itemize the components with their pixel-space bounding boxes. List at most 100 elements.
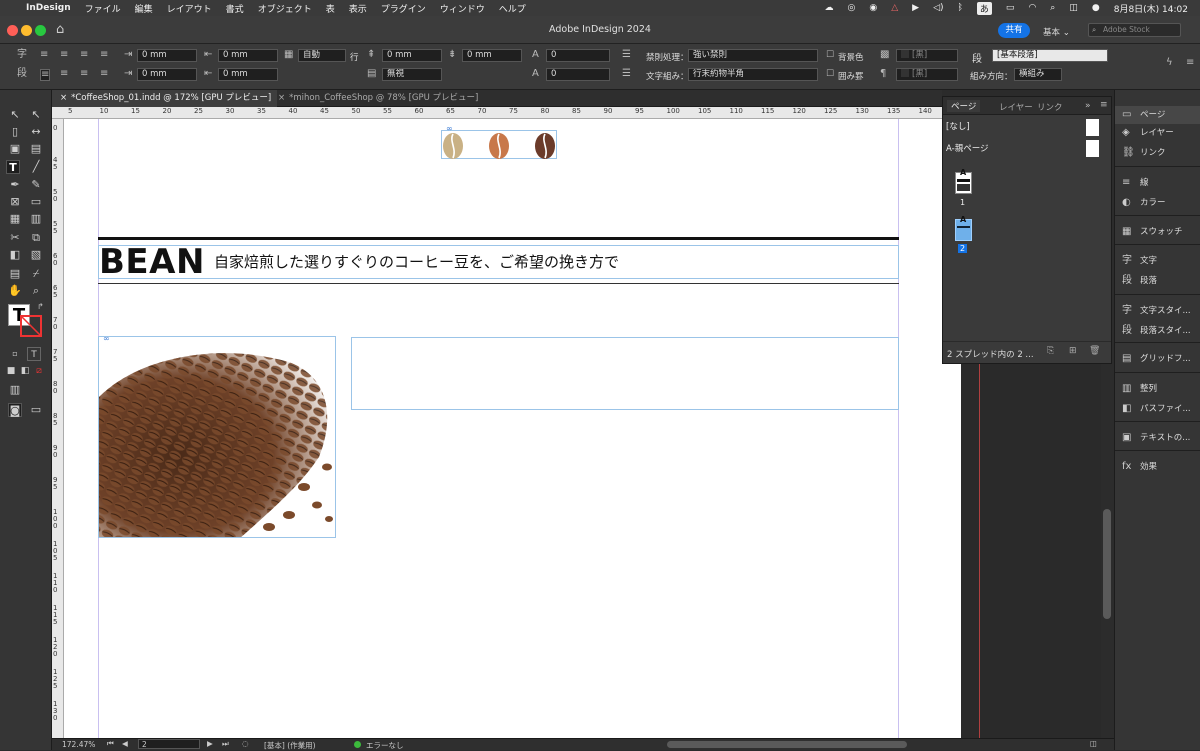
border-swatch-select[interactable]: [黒]: [896, 68, 958, 81]
dropcap-lines-field[interactable]: 0: [546, 49, 610, 62]
close-icon[interactable]: ×: [60, 93, 67, 103]
siri-icon[interactable]: ●: [1092, 3, 1100, 13]
menu-edit[interactable]: 編集: [135, 2, 153, 15]
open-page-icon[interactable]: ◌: [242, 739, 249, 748]
free-transform-tool-icon[interactable]: ⧉: [29, 231, 43, 245]
left-indent-field[interactable]: 0 mm: [137, 49, 197, 62]
ime-indicator[interactable]: あ: [976, 1, 992, 15]
align-center-icon[interactable]: ≡: [60, 50, 68, 60]
right-indent-field[interactable]: 0 mm: [218, 49, 278, 62]
format-text-icon[interactable]: T: [27, 347, 41, 361]
direction-select[interactable]: 横組み: [1014, 68, 1062, 81]
close-icon[interactable]: ×: [278, 93, 285, 103]
apply-color-icon[interactable]: ■: [4, 364, 18, 378]
dock-char-style[interactable]: 字文字スタイ...: [1115, 302, 1200, 320]
menu-window[interactable]: ウィンドウ: [440, 2, 485, 15]
none-master-label[interactable]: [なし]: [946, 120, 970, 132]
menu-view[interactable]: 表示: [349, 2, 367, 15]
workspace-switcher[interactable]: 基本 ⌄: [1043, 26, 1070, 38]
dock-swatch[interactable]: ▦ スウォッチ: [1115, 223, 1200, 241]
direct-selection-tool-icon[interactable]: ↖: [29, 108, 43, 122]
play-icon[interactable]: ▶: [912, 3, 919, 13]
tab-layers[interactable]: レイヤー: [999, 101, 1033, 113]
parent-page-label[interactable]: A-親ページ: [946, 142, 989, 154]
last-page-icon[interactable]: ⏭: [222, 739, 229, 749]
bluetooth-icon[interactable]: ᛒ: [958, 3, 963, 13]
para-mode-icon[interactable]: 段: [17, 69, 27, 79]
heading-rule-top[interactable]: [98, 237, 899, 240]
normal-mode-icon[interactable]: ◙: [8, 403, 22, 417]
dock-effects[interactable]: fx 効果: [1115, 458, 1200, 476]
justify-all-icon[interactable]: ≡: [100, 69, 108, 79]
dock-stroke[interactable]: ≡ 線: [1115, 174, 1200, 192]
apply-none-icon[interactable]: ⧄: [32, 364, 46, 378]
battery-icon[interactable]: ▭: [1006, 3, 1015, 13]
dock-character[interactable]: 字文字: [1115, 252, 1200, 270]
adobe-stock-search[interactable]: ⌕ Adobe Stock: [1088, 23, 1181, 37]
dock-text-wrap[interactable]: ▣ テキストの...: [1115, 429, 1200, 447]
search-icon[interactable]: ⌕: [1050, 3, 1055, 13]
menu-app-name[interactable]: InDesign: [26, 3, 71, 13]
page-1-thumb[interactable]: A: [955, 168, 972, 194]
mojikumi-select[interactable]: 行末約物半角: [688, 68, 818, 81]
border-checkbox[interactable]: ☐: [826, 69, 834, 79]
control-center-icon[interactable]: ◫: [1069, 3, 1078, 13]
volume-icon[interactable]: ◁): [933, 3, 943, 13]
numbered-list-icon[interactable]: ☰: [622, 69, 631, 79]
sync-icon[interactable]: ◉: [869, 3, 877, 13]
space-after-field[interactable]: 0 mm: [462, 49, 522, 62]
pen-tool-icon[interactable]: ✒: [8, 178, 22, 192]
menu-type[interactable]: 書式: [226, 2, 244, 15]
format-container-icon[interactable]: ▫: [8, 347, 22, 361]
dock-color[interactable]: ◐ カラー: [1115, 194, 1200, 212]
prev-page-icon[interactable]: ◀: [122, 739, 128, 748]
dock-grid[interactable]: ▤ グリッドフ...: [1115, 350, 1200, 368]
share-button[interactable]: 共有: [998, 23, 1030, 38]
zoom-tool-icon[interactable]: ⌕: [29, 284, 43, 298]
justify-last-center-icon[interactable]: ≡: [60, 69, 68, 79]
page-size-icon[interactable]: ⎘: [1047, 346, 1054, 356]
heading-rule-bottom[interactable]: [98, 283, 899, 284]
page-tool-icon[interactable]: ▯: [8, 125, 22, 139]
rect-frame-tool-icon[interactable]: ⊠: [8, 195, 22, 209]
first-indent-field[interactable]: 0 mm: [137, 68, 197, 81]
scissors-tool-icon[interactable]: ✂: [8, 231, 22, 245]
body-text-frame[interactable]: [351, 337, 899, 410]
acrobat-icon[interactable]: △: [891, 3, 898, 13]
lightning-icon[interactable]: ϟ: [1166, 58, 1173, 68]
justify-last-right-icon[interactable]: ≡: [80, 69, 88, 79]
pencil-tool-icon[interactable]: ✎: [29, 178, 43, 192]
leading-field[interactable]: 自動: [298, 49, 346, 62]
dock-pathfinder[interactable]: ◧ パスファイ...: [1115, 400, 1200, 418]
align-left-icon[interactable]: ≡: [40, 50, 48, 60]
menu-layout[interactable]: レイアウト: [167, 2, 212, 15]
list-icon[interactable]: ☰: [622, 50, 631, 60]
vertical-ruler[interactable]: 0 45 50 55 60 65 70 75 80 85 90 95 100 105 110 115 120 12…: [52, 119, 64, 738]
gradient-tool-icon[interactable]: ◧: [8, 248, 22, 262]
wifi-icon[interactable]: ◠: [1028, 3, 1036, 13]
apply-gradient-icon[interactable]: ◧: [18, 364, 32, 378]
kinsoku-select[interactable]: 強い禁則: [688, 49, 818, 62]
panel-menu-icon[interactable]: ≡: [1186, 58, 1194, 68]
page-number-field[interactable]: 2: [138, 739, 200, 749]
tab-pages[interactable]: ページ: [947, 100, 981, 112]
dock-paragraph[interactable]: 段段落: [1115, 272, 1200, 290]
align-justify-icon[interactable]: ≡: [100, 50, 108, 60]
creative-cloud-icon[interactable]: ◎: [848, 3, 856, 13]
next-page-icon[interactable]: ▶: [207, 739, 213, 748]
menu-file[interactable]: ファイル: [85, 2, 121, 15]
none-master-thumb[interactable]: [1086, 119, 1099, 136]
char-mode-icon[interactable]: 字: [17, 50, 27, 60]
coffee-image-frame[interactable]: ∞: [98, 336, 336, 538]
bg-color-checkbox[interactable]: ☐: [826, 50, 834, 60]
stroke-none-swatch[interactable]: [20, 315, 42, 337]
clock[interactable]: 8月8日(木) 14:02: [1114, 2, 1188, 15]
content-placer-icon[interactable]: ▤: [29, 142, 43, 156]
line-tool-icon[interactable]: ╱: [29, 160, 43, 174]
bg-swatch-select[interactable]: [黒]: [896, 49, 958, 62]
gap-tool-icon[interactable]: ↔: [29, 125, 43, 139]
master-status[interactable]: [基本] (作業用): [264, 740, 316, 751]
dock-align[interactable]: ▥ 整列: [1115, 380, 1200, 398]
last-indent-field[interactable]: 0 mm: [218, 68, 278, 81]
note-tool-icon[interactable]: ▤: [8, 267, 22, 281]
